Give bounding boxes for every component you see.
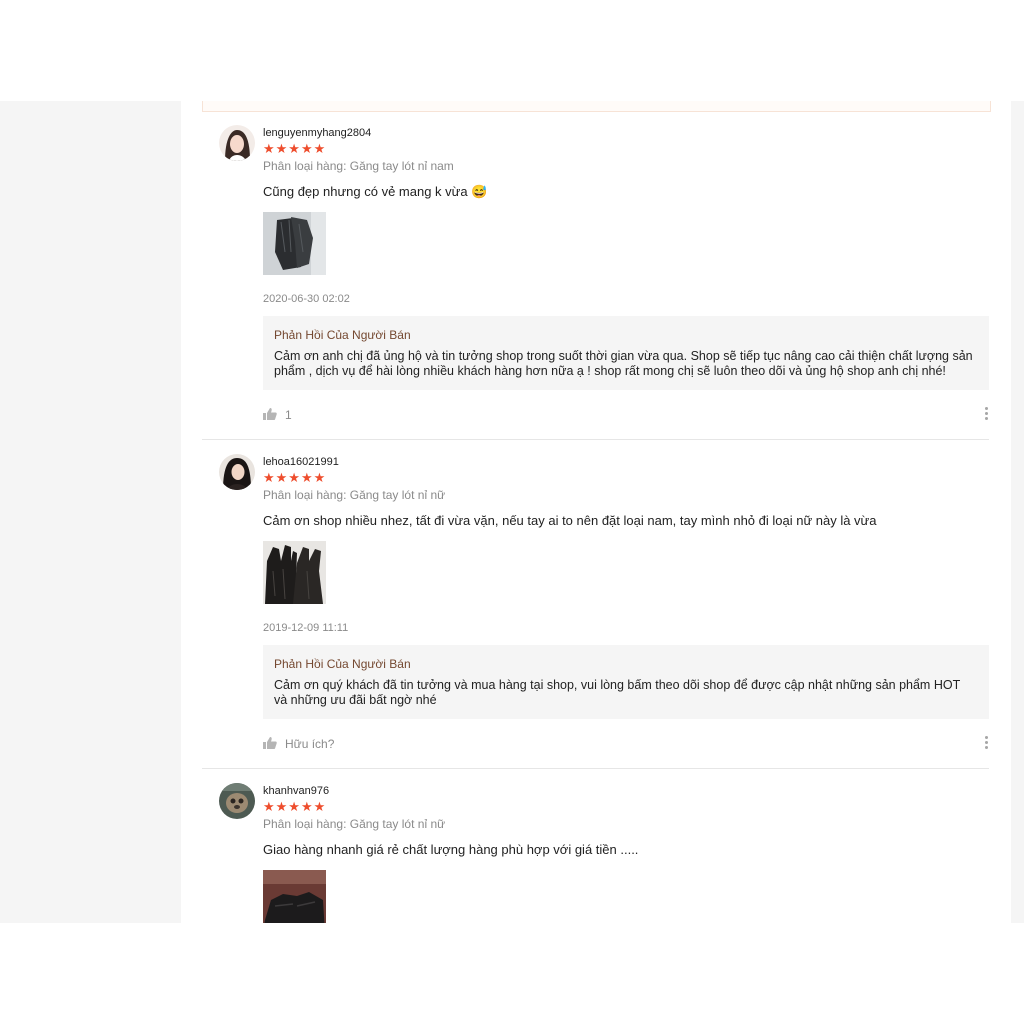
rating-stars: ★★★★★ [263,470,327,485]
review-comment: Cũng đẹp nhưng có vẻ mang k vừa 😅 [263,184,488,199]
product-variant: Phân loại hàng: Găng tay lót nỉ nam [263,159,454,173]
review-divider [202,439,989,440]
review-photo[interactable] [263,870,326,923]
more-vertical-icon[interactable] [985,407,989,423]
thumbs-up-icon [263,408,277,420]
like-count: 1 [285,408,292,422]
helpful-label: Hữu ích? [285,737,335,751]
more-vertical-icon[interactable] [985,736,989,752]
product-variant: Phân loại hàng: Găng tay lót nỉ nữ [263,488,446,502]
seller-reply: Phản Hồi Của Người Bán Cảm ơn quý khách … [263,645,989,719]
review-divider [202,768,989,769]
seller-reply-text: Cảm ơn anh chị đã ủng hộ và tin tưởng sh… [274,349,973,378]
review-photo[interactable] [263,541,326,604]
review-username[interactable]: lenguyenmyhang2804 [263,127,371,139]
rating-stars: ★★★★★ [263,799,327,814]
user-avatar[interactable] [219,454,255,490]
reviews-panel: lenguyenmyhang2804 ★★★★★ Phân loại hàng:… [181,101,1011,923]
seller-reply-title: Phản Hồi Của Người Bán [274,328,411,342]
review-date: 2019-12-09 11:11 [263,622,349,634]
user-avatar[interactable] [219,125,255,161]
review-comment: Cảm ơn shop nhiều nhez, tất đi vừa vặn, … [263,513,877,528]
review-item: lehoa16021991 ★★★★★ Phân loại hàng: Găng… [202,454,989,770]
review-item: khanhvan976 ★★★★★ Phân loại hàng: Găng t… [202,783,989,923]
seller-reply-text: Cảm ơn quý khách đã tin tưởng và mua hàn… [274,678,960,707]
review-username[interactable]: khanhvan976 [263,785,329,797]
rating-stars: ★★★★★ [263,141,327,156]
review-date: 2020-06-30 02:02 [263,293,350,305]
rating-filter-box [202,101,991,112]
review-item: lenguyenmyhang2804 ★★★★★ Phân loại hàng:… [202,125,989,441]
seller-reply-title: Phản Hồi Của Người Bán [274,657,411,671]
product-variant: Phân loại hàng: Găng tay lót nỉ nữ [263,817,446,831]
review-comment: Giao hàng nhanh giá rẻ chất lượng hàng p… [263,842,639,857]
seller-reply: Phản Hồi Của Người Bán Cảm ơn anh chị đã… [263,316,989,390]
user-avatar[interactable] [219,783,255,819]
thumbs-up-icon [263,737,277,749]
review-photo[interactable] [263,212,326,275]
review-username[interactable]: lehoa16021991 [263,456,339,468]
